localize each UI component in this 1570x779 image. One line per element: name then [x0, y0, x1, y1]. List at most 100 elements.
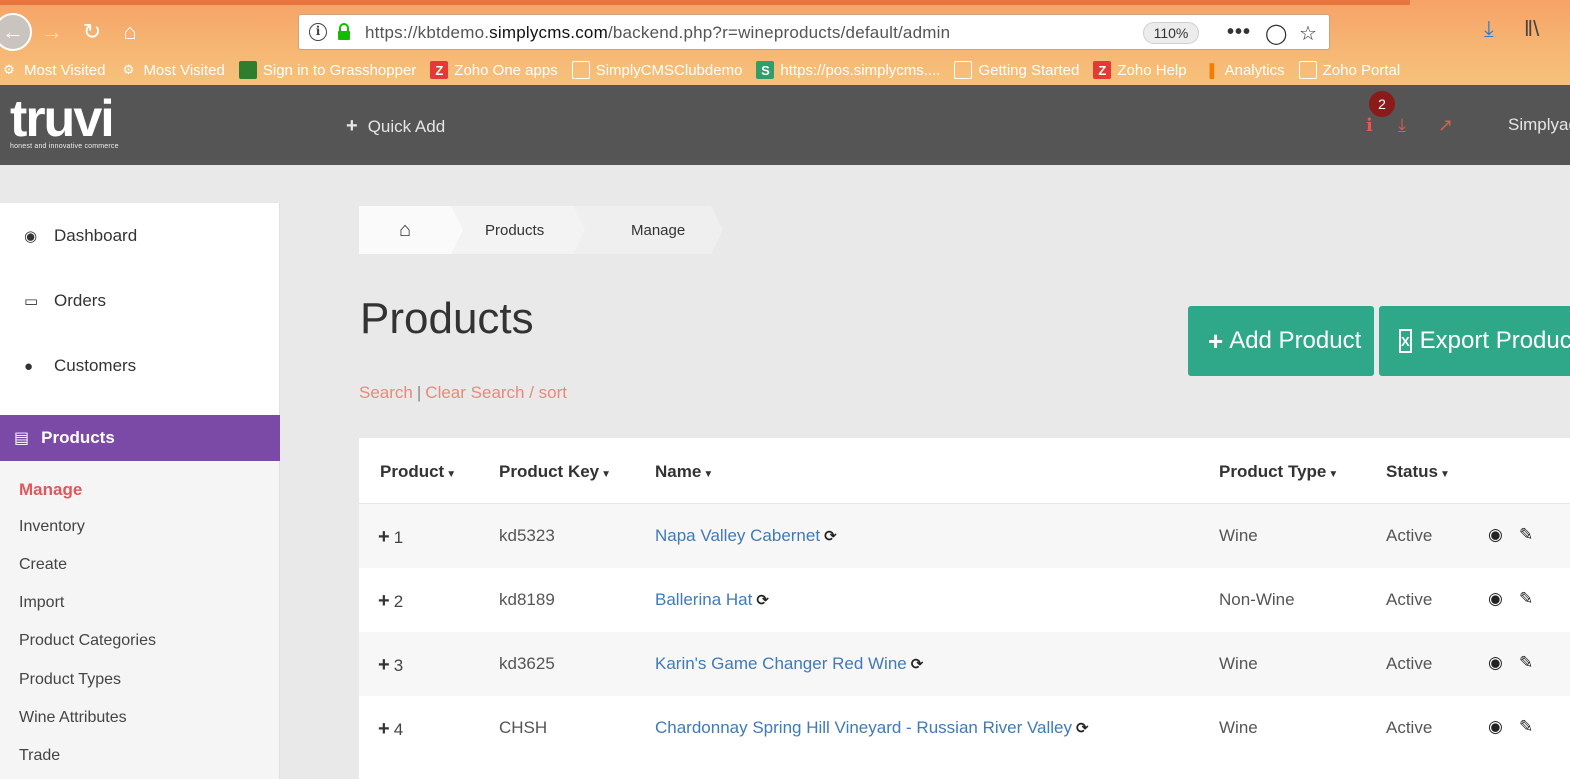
forward-button[interactable]: → — [36, 16, 68, 48]
column-label: Status — [1386, 462, 1438, 481]
globe-icon — [954, 61, 973, 79]
back-button[interactable]: ← — [0, 13, 32, 51]
view-eye-icon[interactable]: ◉ — [1488, 525, 1503, 545]
bookmark-item[interactable]: Zoho Portal — [1298, 61, 1401, 79]
bookmark-item[interactable]: Sign in to Grasshopper — [238, 61, 417, 79]
edit-pencil-icon[interactable]: ✎ — [1519, 525, 1533, 545]
product-key: kd8189 — [499, 590, 555, 609]
sidebar-subitem-create[interactable]: Create — [19, 556, 67, 574]
table-row: +2 kd8189 Ballerina Hat ⟳ Non-Wine Active ◉ ✎ — [359, 568, 1570, 632]
expand-row-toggle[interactable]: +3 — [378, 654, 403, 677]
breadcrumb-products[interactable]: Products — [451, 206, 585, 254]
add-product-button[interactable]: + Add Product — [1188, 306, 1374, 376]
view-eye-icon[interactable]: ◉ — [1488, 589, 1503, 609]
view-eye-icon[interactable]: ◉ — [1488, 653, 1503, 673]
sidebar-subitem-inventory[interactable]: Inventory — [19, 518, 85, 536]
bookmark-item[interactable]: Shttps://pos.simplycms.... — [756, 61, 940, 79]
bookmark-label: Sign in to Grasshopper — [262, 61, 417, 79]
edit-pencil-icon[interactable]: ✎ — [1519, 717, 1533, 737]
search-link[interactable]: Search — [359, 383, 413, 402]
sidebar-item-orders[interactable]: ▭ Orders — [24, 291, 106, 311]
product-name-link[interactable]: Ballerina Hat ⟳ — [655, 590, 769, 610]
export-products-button[interactable]: X Export Products — [1379, 306, 1570, 376]
product-key: kd5323 — [499, 526, 555, 545]
sidebar-item-dashboard[interactable]: ◉ Dashboard — [24, 226, 137, 246]
column-header-status[interactable]: Status ▼ — [1386, 462, 1450, 482]
sidebar-subitem-product-categories[interactable]: Product Categories — [19, 632, 156, 650]
product-name-link[interactable]: Napa Valley Cabernet ⟳ — [655, 526, 837, 546]
external-link-icon[interactable]: ↗ — [1438, 115, 1453, 136]
expand-row-toggle[interactable]: +2 — [378, 590, 403, 613]
sync-icon[interactable]: ⟳ — [911, 656, 924, 673]
product-name-link[interactable]: Karin's Game Changer Red Wine ⟳ — [655, 654, 923, 674]
sidebar-subitem-trade[interactable]: Trade — [19, 747, 60, 765]
bookmark-item[interactable]: ⚙ Most Visited — [0, 61, 105, 79]
breadcrumb-label: Manage — [631, 221, 686, 239]
address-bar[interactable]: i https://kbtdemo.simplycms.com/backend.… — [298, 14, 1330, 50]
sidebar-subitem-wine-attributes[interactable]: Wine Attributes — [19, 709, 127, 727]
view-eye-icon[interactable]: ◉ — [1488, 717, 1503, 737]
edit-pencil-icon[interactable]: ✎ — [1519, 589, 1533, 609]
sidebar-subitem-product-types[interactable]: Product Types — [19, 671, 121, 689]
download-alert-icon[interactable]: ⤓ — [1398, 115, 1406, 136]
clear-search-link[interactable]: Clear Search / sort — [425, 383, 567, 402]
library-icon[interactable]: ‖\ — [1524, 16, 1539, 42]
product-status: Active — [1386, 590, 1433, 609]
bookmark-star-icon[interactable]: ☆ — [1299, 21, 1317, 46]
info-icon[interactable]: i — [309, 23, 327, 41]
product-type: Wine — [1219, 654, 1258, 673]
zoom-level-badge[interactable]: 110% — [1143, 22, 1199, 44]
url-prefix: https://kbtdemo. — [365, 23, 490, 42]
truvi-logo[interactable]: truvi honest and innovative commerce — [10, 93, 119, 150]
image-icon: ▤ — [14, 430, 30, 447]
sidebar-item-products[interactable]: ▤ Products — [0, 415, 280, 461]
column-header-product-type[interactable]: Product Type ▼ — [1219, 462, 1338, 482]
bookmark-item[interactable]: SimplyCMSClubdemo — [571, 61, 742, 79]
logo-tagline: honest and innovative commerce — [10, 143, 119, 150]
plus-icon: + — [1208, 325, 1224, 356]
reload-button[interactable]: ↻ — [76, 16, 108, 48]
bookmark-label: Analytics — [1224, 61, 1285, 79]
quick-add-button[interactable]: + Quick Add — [346, 115, 445, 138]
sidebar-item-customers[interactable]: ● Customers — [24, 356, 136, 376]
column-header-name[interactable]: Name ▼ — [655, 462, 713, 482]
product-id: 4 — [393, 720, 404, 739]
caret-down-icon: ▼ — [1439, 469, 1450, 480]
sync-icon[interactable]: ⟳ — [1076, 720, 1089, 737]
column-header-product-key[interactable]: Product Key ▼ — [499, 462, 611, 482]
info-alert-icon[interactable]: i — [1366, 115, 1373, 136]
table-row: +3 kd3625 Karin's Game Changer Red Wine ⟳ Wi… — [359, 632, 1570, 696]
gear-icon: ⚙ — [3, 62, 15, 77]
grasshopper-icon — [238, 61, 257, 79]
edit-pencil-icon[interactable]: ✎ — [1519, 653, 1533, 673]
more-actions-icon[interactable]: ••• — [1227, 21, 1251, 44]
user-menu[interactable]: Simplyadmin — [1508, 115, 1570, 135]
bookmark-label: Getting Started — [978, 61, 1080, 79]
column-header-product[interactable]: Product ▼ — [380, 462, 456, 482]
bookmark-item[interactable]: Z Zoho One apps — [430, 61, 558, 79]
bookmark-label: Zoho Portal — [1322, 61, 1401, 79]
sidebar-subitem-manage[interactable]: Manage — [19, 480, 82, 500]
product-type: Wine — [1219, 526, 1258, 545]
caret-down-icon: ▼ — [601, 469, 612, 480]
breadcrumb-home[interactable]: ⌂ — [359, 206, 463, 254]
plus-icon: + — [378, 590, 390, 612]
bookmark-item[interactable]: Z Zoho Help — [1093, 61, 1187, 79]
sidebar: ◉ Dashboard ▭ Orders ● Customers ▤ Produ… — [0, 203, 280, 779]
home-button[interactable]: ⌂ — [114, 16, 146, 48]
bookmark-item[interactable]: ▐ Analytics — [1201, 61, 1285, 79]
bookmark-item[interactable]: ⚙ Most Visited — [119, 61, 225, 79]
bookmarks-bar: ⚙ Most Visited ⚙ Most Visited Sign in to Gra… — [0, 58, 1414, 82]
bookmark-item[interactable]: Getting Started — [954, 61, 1079, 79]
expand-row-toggle[interactable]: +4 — [378, 718, 403, 741]
pocket-icon[interactable]: ◯ — [1265, 21, 1287, 46]
url-text[interactable]: https://kbtdemo.simplycms.com/backend.ph… — [365, 23, 950, 43]
sync-icon[interactable]: ⟳ — [824, 528, 837, 545]
add-product-label: Add Product — [1229, 327, 1362, 354]
bookmark-label: Zoho One apps — [454, 61, 558, 79]
download-icon[interactable]: ⤓ — [1484, 16, 1494, 42]
expand-row-toggle[interactable]: +1 — [378, 526, 403, 549]
sync-icon[interactable]: ⟳ — [756, 592, 769, 609]
sidebar-subitem-import[interactable]: Import — [19, 594, 64, 612]
product-name-link[interactable]: Chardonnay Spring Hill Vineyard - Russia… — [655, 718, 1089, 738]
